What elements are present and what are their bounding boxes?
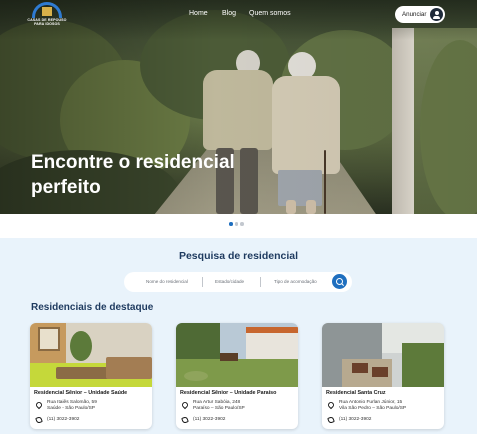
address-line1: Rua Itaiês Salomão, 59 <box>47 400 97 405</box>
hero-title: Encontre o residencial perfeito <box>31 152 235 198</box>
address-line2: Saúde - São Paulo/SP <box>47 405 96 411</box>
residencial-address: Rua Artur Sabóia, 248 Paraíso – São Paul… <box>193 400 245 411</box>
residencial-card[interactable]: Residencial Sênior – Unidade Paraíso Rua… <box>176 323 298 429</box>
nav-link-home[interactable]: Home <box>189 10 208 17</box>
search-bar: Nome do residencial Estado/cidade Tipo d… <box>124 272 352 292</box>
phone-icon <box>327 416 335 424</box>
residencial-card[interactable]: Residencial Sênior – Unidade Saúde Rua I… <box>30 323 152 429</box>
location-pin-icon <box>34 400 44 410</box>
search-field-location[interactable]: Estado/cidade <box>215 279 244 284</box>
location-pin-icon <box>180 400 190 410</box>
carousel-dot-1[interactable] <box>229 222 233 226</box>
residencial-card[interactable]: Residencial Santa Cruz Rua Antonio Furla… <box>322 323 444 429</box>
anunciar-button[interactable]: Anunciar <box>395 6 445 23</box>
residencial-phone: (11) 3022-3902 <box>47 417 80 422</box>
nav-link-blog[interactable]: Blog <box>222 10 236 17</box>
address-line2: Paraíso – São Paulo/SP <box>193 405 245 411</box>
residencial-address: Rua Itaiês Salomão, 59 Saúde - São Paulo… <box>47 400 97 411</box>
search-title: Pesquisa de residencial <box>178 250 299 262</box>
brand-logo-text: CASAS DE REPOUSO PARA IDOSOS <box>27 18 67 26</box>
residencial-phone: (11) 3022-3902 <box>339 417 372 422</box>
user-icon <box>430 8 443 21</box>
location-pin-icon <box>326 400 336 410</box>
residencial-name: Residencial Sênior – Unidade Saúde <box>34 390 128 396</box>
carousel-dots <box>229 222 249 226</box>
residencial-address: Rua Antonio Furlan Júnior, 15 Vila São P… <box>339 400 406 411</box>
search-field-name[interactable]: Nome do residencial <box>146 279 188 284</box>
residencial-photo <box>322 323 444 387</box>
address-line1: Rua Antonio Furlan Júnior, 15 <box>339 400 403 405</box>
search-button[interactable] <box>332 274 347 289</box>
residencial-photo <box>30 323 152 387</box>
phone-icon <box>181 416 189 424</box>
residencial-phone: (11) 3022-3902 <box>193 417 226 422</box>
address-line1: Rua Artur Sabóia, 248 <box>193 400 241 405</box>
search-field-accommodation[interactable]: Tipo de acomodação <box>274 279 317 284</box>
address-line2: Vila São Pedro – São Paulo/SP <box>339 405 407 411</box>
anunciar-label: Anunciar <box>402 11 427 18</box>
residencial-name: Residencial Sênior – Unidade Paraíso <box>180 390 277 396</box>
residencial-photo <box>176 323 298 387</box>
featured-title: Residenciais de destaque <box>31 302 154 313</box>
residencial-name: Residencial Santa Cruz <box>326 390 386 396</box>
phone-icon <box>35 416 43 424</box>
carousel-dot-2[interactable] <box>234 222 238 226</box>
nav-link-quem-somos[interactable]: Quem somos <box>249 10 291 17</box>
carousel-dot-3[interactable] <box>240 222 244 226</box>
